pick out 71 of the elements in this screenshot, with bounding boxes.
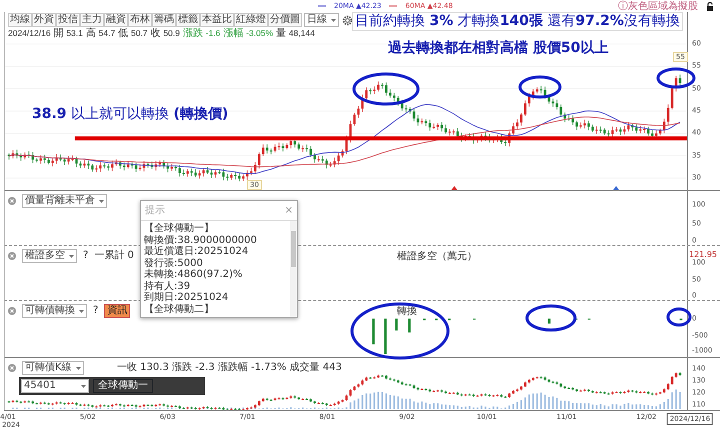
caret-icon [81, 384, 86, 388]
close-icon[interactable] [8, 307, 16, 315]
close-icon[interactable] [8, 364, 16, 372]
toolbar-button[interactable]: 主力 [80, 13, 104, 27]
caret-icon [79, 310, 84, 312]
caret-icon [331, 18, 336, 22]
toolbar-button[interactable]: 外資 [32, 13, 56, 27]
toolbar-button[interactable]: 均線 [8, 13, 32, 27]
quote-value: 漲跌 -1.6 [182, 27, 220, 40]
code-select[interactable]: 45401 [21, 379, 89, 393]
indicator-select[interactable]: 可轉債轉換 [22, 304, 87, 318]
toolbar-button[interactable]: 布林 [128, 13, 152, 27]
bond-button[interactable]: 全球傳動一 [93, 379, 153, 393]
highlight-ellipse [666, 308, 692, 326]
close-icon[interactable] [8, 252, 16, 260]
popup-text: 未轉換:4860(97.2)% [144, 269, 244, 280]
popup-text: 轉換價:38.9000000000 [144, 234, 258, 246]
toolbar-button[interactable]: 紅綠燈 [234, 13, 268, 27]
popup-text: 發行張:5000 [144, 258, 204, 268]
conversion-bar [395, 318, 398, 330]
conversion-bar [372, 318, 375, 344]
toolbar-button[interactable]: 投信 [56, 13, 80, 27]
scrollbar[interactable] [290, 221, 297, 317]
quote-value: 低 50.7 [118, 27, 148, 40]
notice-link[interactable]: ⓘ灰色區域為擬股 [618, 0, 698, 14]
conversion-bar [384, 318, 387, 354]
series-legend: 一累計 0 [94, 250, 134, 262]
popup-title: 提示 [145, 204, 165, 218]
conversion-bar [548, 318, 550, 324]
triangle-marker [451, 186, 458, 190]
quote-value: 漲幅 -3.05% [223, 27, 274, 40]
toolbar-button[interactable]: 籌碼 [152, 13, 176, 27]
quote-value: 收 50.9 [150, 27, 180, 40]
caret-icon [99, 200, 104, 202]
close-icon[interactable] [8, 197, 16, 205]
highlight-ellipse [352, 72, 420, 106]
highlight-ellipse [526, 304, 576, 332]
quote-value: 高 54.7 [86, 27, 116, 40]
quote-value: 2024/12/16 [8, 27, 51, 40]
quote-value: 開 53.1 [54, 27, 83, 40]
annotation-text: 過去轉換都在相對高檔 股價50以上 [387, 40, 610, 57]
toolbar-button[interactable]: 本益比 [200, 13, 234, 27]
toolbar-button[interactable]: 標籤 [176, 13, 200, 27]
annotation-text: 38.9 以上就可以轉換 (轉換價) [31, 106, 230, 123]
triangle-marker [613, 186, 620, 190]
popup-text: 【全球傳動二】 [144, 304, 215, 315]
lock-icon[interactable] [706, 2, 714, 10]
series-legend: 一收 130.3 漲跌 -2.3 漲跌幅 -1.73% 成交量 443 [117, 360, 342, 375]
toolbar-button[interactable]: 融資 [104, 13, 128, 27]
info-badge[interactable]: 資訊 [104, 304, 130, 318]
period-select[interactable]: 日線 [304, 13, 339, 27]
indicator-select[interactable]: 價量背離未平倉 [22, 194, 107, 208]
quote-value: 量 48,144 [276, 27, 315, 40]
indicator-select[interactable]: 權證多空 [22, 249, 77, 263]
help-mark[interactable]: ? [93, 305, 98, 317]
last-value-label: 121.95 [689, 251, 717, 259]
popup-text: 最近償還日:20251024 [144, 246, 250, 258]
series-label: 轉換 [397, 305, 417, 319]
indicator-select[interactable]: 可轉債K線 [22, 361, 84, 375]
toolbar-button[interactable]: 分價圖 [268, 13, 302, 27]
popup-text: 【全球傳動一】 [144, 223, 215, 234]
highlight-ellipse [518, 76, 562, 98]
caret-icon [76, 366, 81, 370]
popup-text: 到期日:20251024 [144, 292, 230, 304]
caret-icon [69, 254, 74, 258]
help-mark[interactable]: ? [83, 250, 88, 262]
popup-text: 持有人:39 [144, 280, 192, 292]
annotation-text: 目前約轉換 3% 才轉換140張 還有97.2%沒有轉換 [352, 12, 683, 31]
series-label: 權證多空（萬元） [397, 250, 477, 264]
settings-icon[interactable] [342, 14, 353, 26]
conversion-bar [408, 318, 411, 332]
